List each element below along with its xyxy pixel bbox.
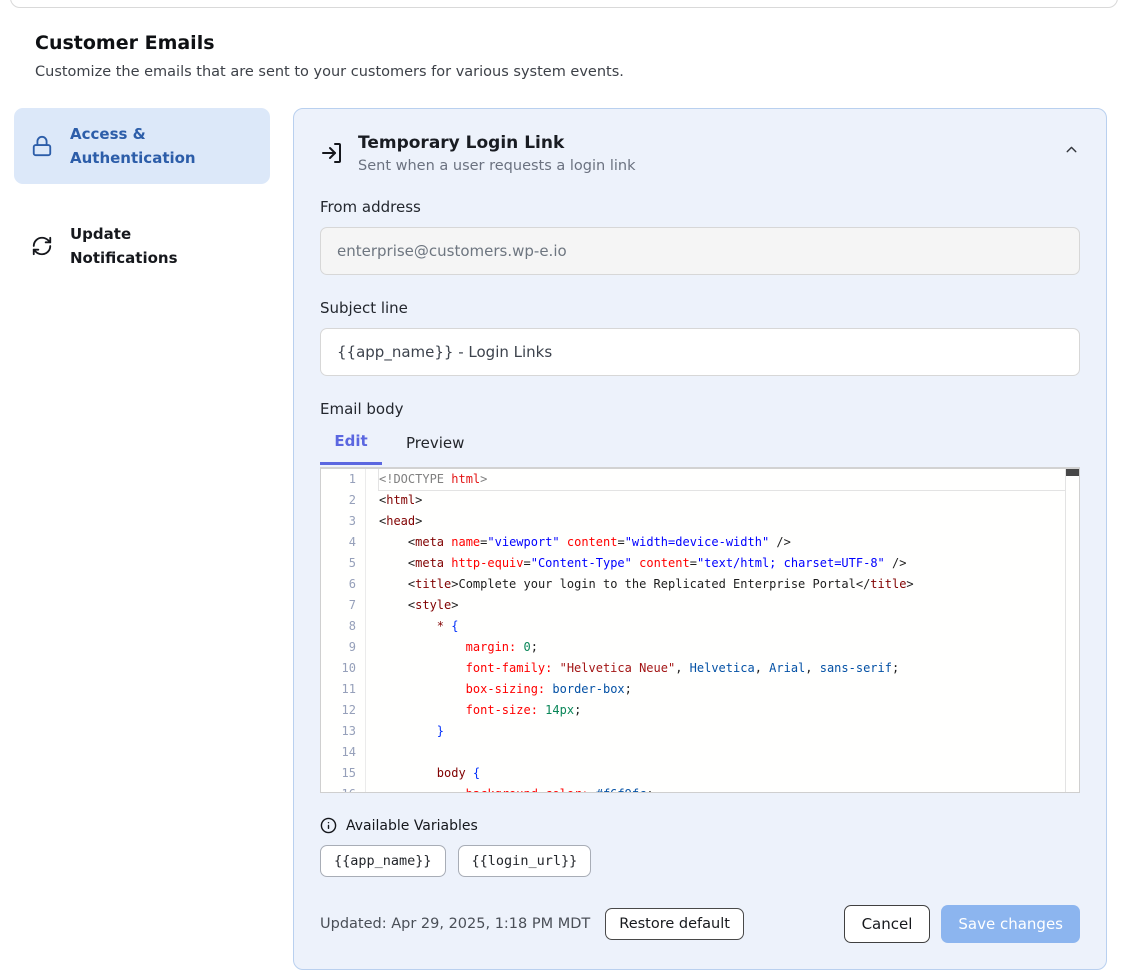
variable-chips: {{app_name}} {{login_url}} <box>320 845 1080 877</box>
previous-card-bottom-edge <box>10 0 1118 8</box>
email-body-code-editor[interactable]: 12345678910111213141516 <!DOCTYPE html><… <box>320 467 1080 793</box>
editor-scrollbar[interactable] <box>1065 469 1079 792</box>
page-subtitle: Customize the emails that are sent to yo… <box>35 64 1093 80</box>
variable-chip-app-name[interactable]: {{app_name}} <box>320 845 446 877</box>
subject-line-input[interactable] <box>320 328 1080 376</box>
available-variables-label: Available Variables <box>346 818 478 834</box>
cancel-button[interactable]: Cancel <box>844 905 931 943</box>
panel-title: Temporary Login Link <box>358 133 635 153</box>
code-lines[interactable]: <!DOCTYPE html><html><head><meta name="v… <box>365 469 1065 792</box>
info-icon <box>320 817 337 834</box>
panel-subtitle: Sent when a user requests a login link <box>358 158 635 174</box>
from-address-input[interactable] <box>320 227 1080 275</box>
editor-gutter: 12345678910111213141516 <box>321 469 365 792</box>
email-types-sidebar: Access & Authentication Update Notificat… <box>14 108 270 284</box>
from-address-label: From address <box>320 198 1080 216</box>
tab-edit[interactable]: Edit <box>320 432 382 465</box>
chevron-up-icon <box>1063 141 1080 158</box>
save-changes-button[interactable]: Save changes <box>941 905 1080 943</box>
temporary-login-link-panel: Temporary Login Link Sent when a user re… <box>293 108 1107 970</box>
panel-footer: Updated: Apr 29, 2025, 1:18 PM MDT Resto… <box>320 905 1080 943</box>
subject-line-label: Subject line <box>320 299 1080 317</box>
lock-icon <box>30 134 54 158</box>
page-header: Customer Emails Customize the emails tha… <box>0 0 1128 80</box>
updated-timestamp: Updated: Apr 29, 2025, 1:18 PM MDT <box>320 916 590 932</box>
sidebar-item-label: Access & Authentication <box>70 122 220 170</box>
panel-header: Temporary Login Link Sent when a user re… <box>320 133 1080 174</box>
restore-default-button[interactable]: Restore default <box>605 908 744 940</box>
collapse-panel-button[interactable] <box>1063 141 1080 158</box>
refresh-icon <box>30 234 54 258</box>
email-body-label: Email body <box>320 400 1080 418</box>
tab-preview[interactable]: Preview <box>406 432 464 465</box>
available-variables-row: Available Variables <box>320 817 1080 834</box>
sidebar-item-access-authentication[interactable]: Access & Authentication <box>14 108 270 184</box>
variable-chip-login-url[interactable]: {{login_url}} <box>458 845 592 877</box>
log-in-icon <box>320 141 344 165</box>
sidebar-item-label: Update Notifications <box>70 222 220 270</box>
sidebar-item-update-notifications[interactable]: Update Notifications <box>14 208 270 284</box>
page-title: Customer Emails <box>35 32 1093 54</box>
email-body-tabs: Edit Preview <box>320 432 1080 467</box>
scrollbar-thumb[interactable] <box>1066 469 1079 476</box>
